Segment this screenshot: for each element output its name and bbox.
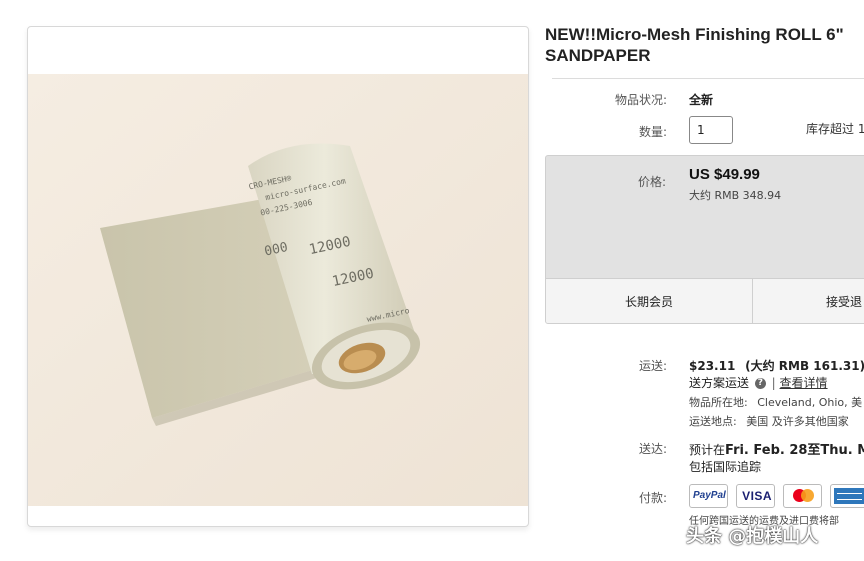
delivery-estimate-prefix: 预计在: [689, 443, 726, 457]
shipping-price-row: $23.11 (大约 RMB 161.31) Ir: [689, 357, 864, 374]
product-title: NEW!!Micro-Mesh Finishing ROLL 6" SANDPA…: [545, 24, 864, 66]
shipping-price: $23.11: [689, 359, 736, 373]
item-location-label: 物品所在地:: [689, 396, 748, 409]
paypal-logo-text: PayPal: [693, 490, 726, 501]
price-rmb: 大约 RMB 348.94: [689, 189, 782, 202]
product-title-line1: NEW!!Micro-Mesh Finishing ROLL 6": [545, 25, 844, 44]
price-label: 价格:: [637, 175, 666, 189]
price-box: 价格: US $49.99 大约 RMB 348.94 长期会员 接受退: [545, 155, 864, 324]
shipping-details-link[interactable]: 查看详情: [780, 376, 828, 390]
product-title-line2: SANDPAPER: [545, 46, 651, 65]
international-tracking: 包括国际追踪: [689, 460, 762, 474]
payment-label: 付款:: [638, 491, 667, 505]
condition-label: 物品状况:: [614, 93, 667, 107]
ship-to-row: 运送地点: 美国 及许多其他国家: [689, 413, 849, 429]
shipping-price-rmb: (大约 RMB 161.31): [745, 359, 864, 373]
payment-methods: PayPal VISA: [689, 484, 864, 508]
pipe-separator: |: [771, 376, 776, 390]
toutiao-watermark: 头条 @抱樸山人: [686, 526, 819, 547]
quantity-label: 数量:: [638, 125, 667, 139]
stock-availability: 库存超过 1: [806, 122, 864, 136]
shipping-label: 运送:: [638, 359, 667, 373]
sandpaper-roll-image: CRO-MESH® micro-surface.com 00-225-3006 …: [28, 74, 528, 506]
long-term-member-button[interactable]: 长期会员: [546, 293, 752, 310]
help-icon[interactable]: ?: [754, 378, 766, 389]
product-image-card[interactable]: CRO-MESH® micro-surface.com 00-225-3006 …: [27, 26, 529, 527]
delivery-estimate-dates: Fri. Feb. 28至Thu. M: [725, 443, 864, 458]
ship-to-label: 运送地点:: [689, 415, 737, 428]
accept-returns-button[interactable]: 接受退: [826, 293, 862, 310]
delivery-estimate-row: 预计在Fri. Feb. 28至Thu. M: [689, 439, 864, 458]
price-value: US $49.99: [689, 166, 760, 183]
ship-to-value: 美国 及许多其他国家: [746, 415, 849, 428]
shipping-method-row: 送方案运送 ? | 查看详情: [689, 374, 828, 391]
quantity-input[interactable]: 1: [689, 116, 733, 144]
amex-icon: [830, 484, 864, 508]
visa-logo-text: VISA: [742, 489, 773, 503]
item-location-row: 物品所在地: Cleveland, Ohio, 美: [689, 394, 862, 410]
condition-value: 全新: [689, 93, 714, 107]
shipping-method: 送方案运送: [689, 376, 750, 390]
visa-icon: VISA: [736, 484, 776, 508]
title-divider: [552, 78, 864, 79]
item-location-value: Cleveland, Ohio, 美: [757, 396, 863, 409]
product-photo[interactable]: CRO-MESH® micro-surface.com 00-225-3006 …: [28, 74, 528, 506]
price-actions: 长期会员 接受退: [546, 278, 864, 323]
price-actions-divider: [752, 279, 753, 323]
mastercard-icon: [783, 484, 823, 508]
paypal-icon: PayPal: [689, 484, 728, 508]
delivery-label: 送达:: [638, 442, 667, 456]
